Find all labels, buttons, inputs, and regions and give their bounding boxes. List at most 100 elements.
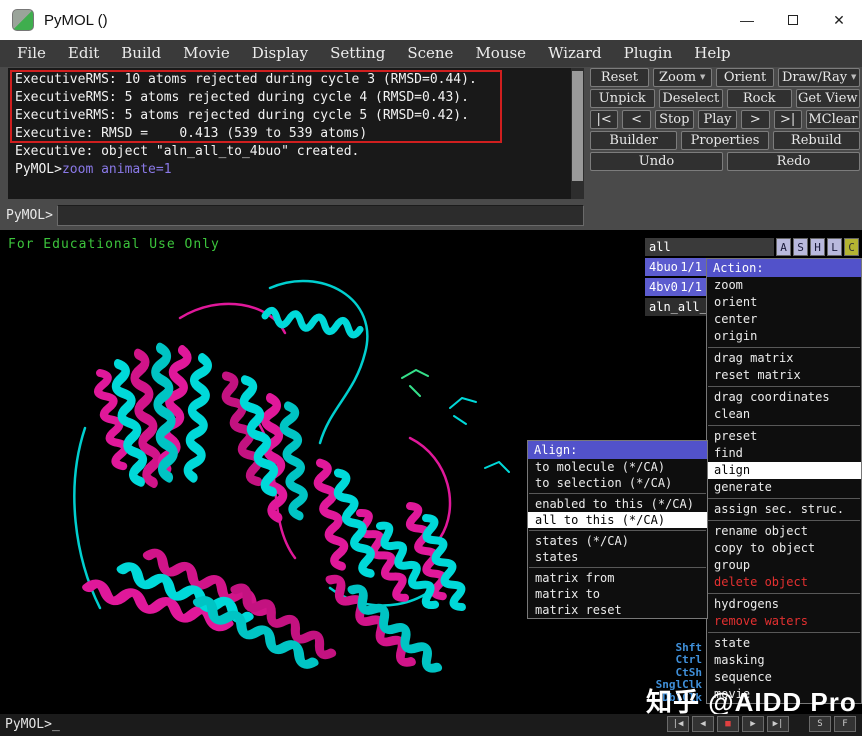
prev-frame-button[interactable]: < <box>622 110 651 129</box>
get-view-button[interactable]: Get View <box>795 89 860 108</box>
unpick-button[interactable]: Unpick <box>590 89 655 108</box>
object-row-all: all A S H L C <box>645 238 859 256</box>
menu-build[interactable]: Build <box>110 40 172 67</box>
control-row-4: Builder Properties Rebuild <box>590 131 860 150</box>
action-item-remove-waters[interactable]: remove waters <box>707 613 861 630</box>
object-all[interactable]: all <box>645 238 774 256</box>
builder-button[interactable]: Builder <box>590 131 678 150</box>
vcr-next-button[interactable]: ▶ <box>742 716 764 732</box>
undo-button[interactable]: Undo <box>590 152 723 171</box>
minimize-button[interactable]: — <box>724 0 770 40</box>
action-item-clean[interactable]: clean <box>707 406 861 423</box>
mclear-button[interactable]: MClear <box>805 110 860 129</box>
vcr-stop-button[interactable]: ■ <box>717 716 739 732</box>
show-button[interactable]: S <box>793 238 808 256</box>
action-item-state[interactable]: state <box>707 635 861 652</box>
close-button[interactable]: ✕ <box>816 0 862 40</box>
align-item-to-selection[interactable]: to selection (*/CA) <box>528 475 707 491</box>
console-scrollbar[interactable] <box>571 68 584 199</box>
action-menu: Action: zoom orient center origin drag m… <box>706 258 862 704</box>
first-frame-button[interactable]: |< <box>590 110 619 129</box>
hide-button[interactable]: H <box>810 238 825 256</box>
vcr-last-button[interactable]: ▶| <box>767 716 789 732</box>
object-4buo[interactable]: 4buo 1/1 <box>645 258 706 276</box>
color-button[interactable]: C <box>844 238 859 256</box>
redo-button[interactable]: Redo <box>727 152 860 171</box>
action-item-drag-coordinates[interactable]: drag coordinates <box>707 389 861 406</box>
object-4bv0[interactable]: 4bv0 1/1 <box>645 278 706 296</box>
play-button[interactable]: Play <box>697 110 738 129</box>
menu-wizard[interactable]: Wizard <box>537 40 613 67</box>
align-item-matrix-from[interactable]: matrix from <box>528 570 707 586</box>
zoom-button[interactable]: Zoom ▼ <box>652 68 712 87</box>
action-item-rename-object[interactable]: rename object <box>707 523 861 540</box>
action-button[interactable]: A <box>776 238 791 256</box>
rebuild-button[interactable]: Rebuild <box>772 131 860 150</box>
action-item-preset[interactable]: preset <box>707 428 861 445</box>
action-item-group[interactable]: group <box>707 557 861 574</box>
action-item-generate[interactable]: generate <box>707 479 861 496</box>
menu-separator <box>708 593 860 594</box>
action-item-align[interactable]: align <box>707 462 861 479</box>
control-row-2: Unpick Deselect Rock Get View <box>590 89 860 108</box>
full-screen-button[interactable]: F <box>834 716 856 732</box>
properties-button[interactable]: Properties <box>681 131 769 150</box>
align-item-states[interactable]: states <box>528 549 707 565</box>
menu-setting[interactable]: Setting <box>319 40 396 67</box>
align-item-states-ca[interactable]: states (*/CA) <box>528 533 707 549</box>
reset-button[interactable]: Reset <box>590 68 649 87</box>
command-input[interactable] <box>57 205 584 226</box>
rock-button[interactable]: Rock <box>727 89 792 108</box>
menu-file[interactable]: File <box>6 40 57 67</box>
control-row-3: |< < Stop Play > >| MClear <box>590 110 860 129</box>
action-item-assign-sec-struc[interactable]: assign sec. struc. <box>707 501 861 518</box>
scene-button[interactable]: S <box>809 716 831 732</box>
action-item-find[interactable]: find <box>707 445 861 462</box>
action-item-orient[interactable]: orient <box>707 294 861 311</box>
menu-movie[interactable]: Movie <box>172 40 241 67</box>
label-button[interactable]: L <box>827 238 842 256</box>
action-item-delete-object[interactable]: delete object <box>707 574 861 591</box>
last-frame-button[interactable]: >| <box>773 110 802 129</box>
next-frame-button[interactable]: > <box>741 110 770 129</box>
menu-separator <box>529 567 706 568</box>
log-line-rms2: ExecutiveRMS: 5 atoms rejected during cy… <box>15 90 469 105</box>
window-controls: — ✕ <box>724 0 862 40</box>
maximize-button[interactable] <box>770 0 816 40</box>
action-item-center[interactable]: center <box>707 311 861 328</box>
action-item-reset-matrix[interactable]: reset matrix <box>707 367 861 384</box>
draw-ray-button[interactable]: Draw/Ray ▼ <box>778 68 860 87</box>
deselect-button[interactable]: Deselect <box>658 89 723 108</box>
align-item-matrix-reset[interactable]: matrix reset <box>528 602 707 618</box>
log-line-rms3: ExecutiveRMS: 5 atoms rejected during cy… <box>15 108 469 123</box>
menu-mouse[interactable]: Mouse <box>464 40 537 67</box>
menu-plugin[interactable]: Plugin <box>613 40 684 67</box>
action-item-copy-to-object[interactable]: copy to object <box>707 540 861 557</box>
align-item-enabled-to-this[interactable]: enabled to this (*/CA) <box>528 496 707 512</box>
menu-scene[interactable]: Scene <box>396 40 464 67</box>
object-aln-all[interactable]: aln_all_ <box>645 298 707 316</box>
menubar: File Edit Build Movie Display Setting Sc… <box>0 40 862 67</box>
console-scrollbar-thumb[interactable] <box>572 71 583 182</box>
viewport[interactable]: For Educational Use Only all A S H L C 4… <box>0 230 862 714</box>
align-item-matrix-to[interactable]: matrix to <box>528 586 707 602</box>
action-item-hydrogens[interactable]: hydrogens <box>707 596 861 613</box>
align-item-all-to-this[interactable]: all to this (*/CA) <box>528 512 707 528</box>
menu-display[interactable]: Display <box>241 40 319 67</box>
align-menu-title: Align: <box>528 441 707 459</box>
menu-help[interactable]: Help <box>683 40 741 67</box>
menu-edit[interactable]: Edit <box>57 40 110 67</box>
log-line-command: PyMOL>zoom animate=1 <box>15 161 568 179</box>
stop-button[interactable]: Stop <box>654 110 694 129</box>
orient-button[interactable]: Orient <box>715 68 775 87</box>
action-item-origin[interactable]: origin <box>707 328 861 345</box>
vcr-prev-button[interactable]: ◀ <box>692 716 714 732</box>
action-item-zoom[interactable]: zoom <box>707 277 861 294</box>
action-item-drag-matrix[interactable]: drag matrix <box>707 350 861 367</box>
status-prompt: PyMOL>_ <box>5 717 60 732</box>
action-item-masking[interactable]: masking <box>707 652 861 669</box>
console-log[interactable]: ExecutiveRMS: 10 atoms rejected during c… <box>8 68 584 199</box>
vcr-first-button[interactable]: |◀ <box>667 716 689 732</box>
align-item-to-molecule[interactable]: to molecule (*/CA) <box>528 459 707 475</box>
log-line-rms1: ExecutiveRMS: 10 atoms rejected during c… <box>15 72 477 87</box>
